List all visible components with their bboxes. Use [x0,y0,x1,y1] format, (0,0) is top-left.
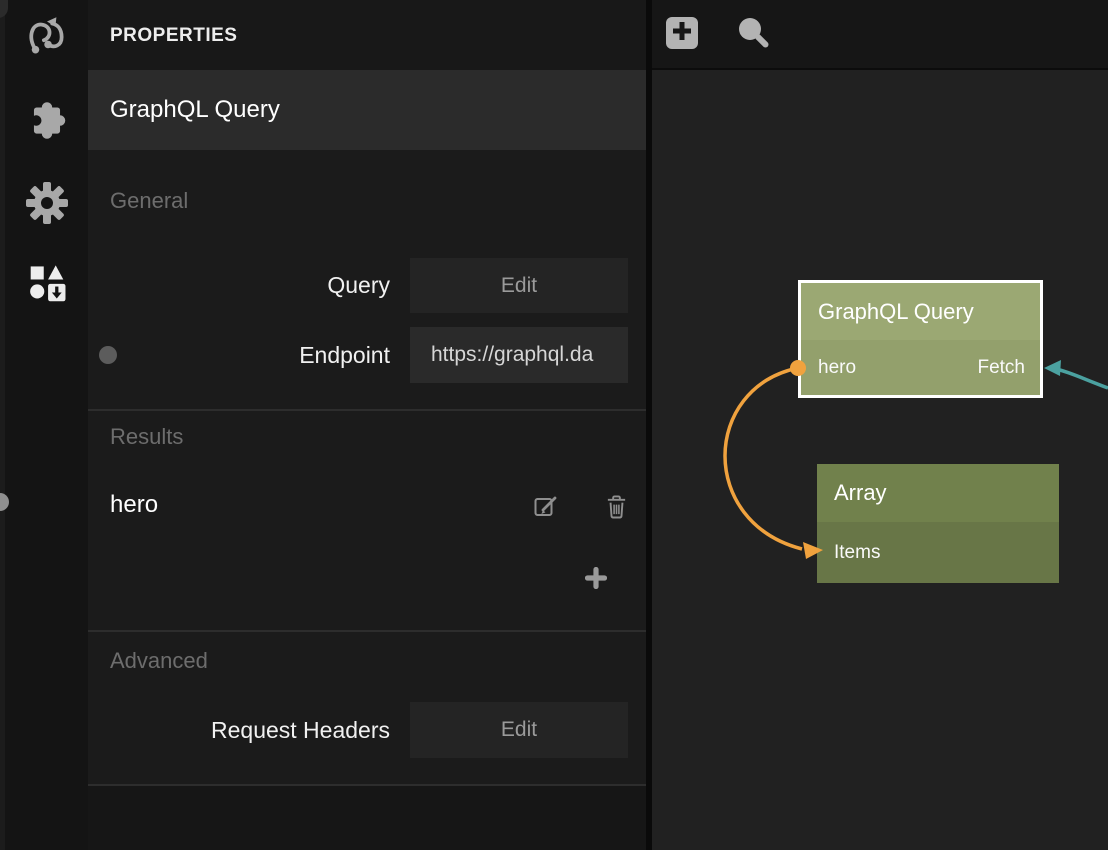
delete-result-button[interactable] [602,494,630,522]
section-results: Results hero [88,409,646,630]
search-button[interactable] [736,16,770,50]
activity-bar [5,0,88,850]
app-root: PROPERTIES GraphQL Query [0,0,1108,850]
node-header[interactable]: Array [817,464,1059,522]
search-icon [736,37,770,54]
section-results-label: Results [110,424,183,450]
add-node-button[interactable] [666,17,698,49]
sidebar-item-components[interactable] [5,96,88,149]
request-headers-label: Request Headers [88,702,390,758]
section-general-label: General [110,188,188,214]
left-edge-strip [0,0,5,850]
node-title: Array [834,480,887,506]
section-advanced: Advanced Request Headers Edit [88,630,646,784]
trash-icon [605,493,628,524]
node-canvas[interactable]: GraphQL Query hero Fetch Array Items [652,0,1108,850]
plus-icon [585,567,607,594]
node-graphql-query[interactable]: GraphQL Query hero Fetch [798,280,1043,398]
endpoint-input[interactable] [410,327,628,383]
result-item-name: hero [110,491,158,519]
sidebar-item-import[interactable] [5,261,88,316]
properties-panel: PROPERTIES GraphQL Query [88,0,646,850]
node-ports-row: hero Fetch [801,340,1040,395]
node-title: GraphQL Query [818,299,974,325]
node-graph-icon [24,11,70,62]
settings-gear-icon [23,179,71,232]
query-label: Query [88,258,390,313]
selected-node-row: GraphQL Query [88,70,646,150]
add-node-icon [671,20,693,47]
endpoint-label: Endpoint [88,327,390,383]
selected-node-title: GraphQL Query [110,70,280,150]
node-array[interactable]: Array Items [817,464,1059,583]
panel-footer [88,784,646,850]
rename-result-button[interactable] [532,494,560,522]
query-edit-button[interactable]: Edit [410,258,628,313]
section-general: General Query Edit Endpoint [88,150,646,409]
request-headers-edit-button[interactable]: Edit [410,702,628,758]
connection-to-fetch[interactable] [1044,360,1108,388]
node-header[interactable]: GraphQL Query [801,283,1040,340]
section-advanced-label: Advanced [110,648,208,674]
arrowhead-fetch [1044,360,1061,376]
add-result-button[interactable] [585,569,607,591]
sidebar-item-settings[interactable] [5,179,88,232]
canvas-toolbar [652,0,1108,70]
components-puzzle-icon [23,96,71,149]
panel-title: PROPERTIES [88,0,646,70]
import-shapes-icon [24,261,70,316]
node-ports-row: Items [817,522,1059,583]
edit-pencil-icon [533,493,559,524]
port-fetch[interactable]: Fetch [977,357,1025,379]
port-hero[interactable]: hero [818,357,856,379]
sidebar-item-node-graph[interactable] [5,11,88,62]
port-items[interactable]: Items [834,542,880,564]
